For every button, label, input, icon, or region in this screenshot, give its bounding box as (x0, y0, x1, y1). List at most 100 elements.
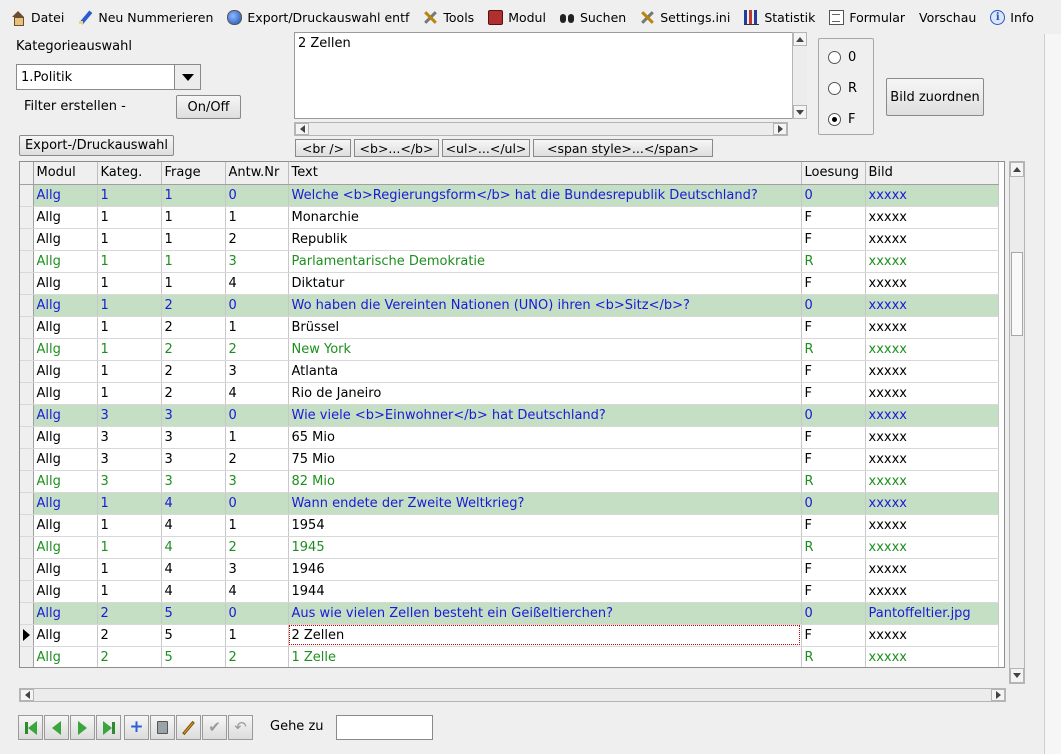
row-indicator[interactable] (20, 536, 34, 559)
cell-antwort-nr[interactable]: 4 (225, 382, 289, 405)
table-row[interactable]: Allg 1 1 4 Diktatur Fxxxxx (20, 272, 999, 295)
row-indicator[interactable] (20, 492, 34, 515)
memo-vertical-scrollbar[interactable] (792, 32, 807, 119)
cell-bild[interactable]: xxxxx (865, 624, 999, 647)
table-row[interactable]: Allg 1 4 3 1946 Fxxxxx (20, 558, 999, 581)
row-indicator[interactable] (20, 272, 34, 295)
cell-loesung[interactable]: 0 (801, 492, 866, 515)
scroll-up-icon[interactable] (793, 32, 807, 46)
cell-modul[interactable]: Allg (33, 448, 98, 471)
row-indicator[interactable] (20, 404, 34, 427)
cell-modul[interactable]: Allg (33, 360, 98, 383)
cell-modul[interactable]: Allg (33, 580, 98, 603)
cell-kategorie[interactable]: 1 (97, 558, 162, 581)
cell-kategorie[interactable]: 1 (97, 206, 162, 229)
cell-frage[interactable]: 1 (161, 272, 226, 295)
cell-antwort-nr[interactable]: 1 (225, 514, 289, 537)
cell-modul[interactable]: Allg (33, 624, 98, 647)
table-row[interactable]: Allg 1 4 0 Wann endete der Zweite Weltkrieg?… (20, 492, 999, 515)
table-row[interactable]: Allg 2 5 0 Aus wie vielen Zellen besteht ein… (20, 602, 999, 625)
cell-bild[interactable]: xxxxx (865, 558, 999, 581)
cell-kategorie[interactable]: 3 (97, 426, 162, 449)
insert-list-button[interactable]: <ul>...</ul> (442, 139, 530, 157)
cell-text[interactable]: Diktatur (288, 272, 802, 295)
menu-item-info[interactable]: i Info (990, 6, 1034, 28)
cell-frage[interactable]: 1 (161, 184, 226, 207)
filter-onoff-button[interactable]: On/Off (176, 95, 241, 119)
cell-text[interactable]: Wie viele <b>Einwohner</b> hat Deutschla… (288, 404, 802, 427)
cell-loesung[interactable]: F (801, 448, 866, 471)
menu-item-datei[interactable]: Datei (11, 6, 64, 28)
memo-field[interactable]: 2 Zellen (294, 32, 807, 119)
cell-bild[interactable]: xxxxx (865, 470, 999, 493)
cell-kategorie[interactable]: 1 (97, 360, 162, 383)
menu-item-modul[interactable]: Modul (488, 6, 546, 28)
radio-circle-r[interactable] (828, 82, 841, 95)
cell-antwort-nr[interactable]: 2 (225, 646, 289, 667)
cell-loesung[interactable]: 0 (801, 184, 866, 207)
cell-bild[interactable]: xxxxx (865, 426, 999, 449)
category-select[interactable]: 1.Politik (16, 64, 201, 90)
cell-antwort-nr[interactable]: 3 (225, 558, 289, 581)
cell-bild[interactable]: xxxxx (865, 250, 999, 273)
cell-bild[interactable]: xxxxx (865, 272, 999, 295)
cell-bild[interactable]: xxxxx (865, 294, 999, 317)
cell-kategorie[interactable]: 1 (97, 184, 162, 207)
cell-loesung[interactable]: F (801, 228, 866, 251)
cell-modul[interactable]: Allg (33, 426, 98, 449)
cell-text[interactable]: Wo haben die Vereinten Nationen (UNO) ih… (288, 294, 802, 317)
cell-modul[interactable]: Allg (33, 558, 98, 581)
grid-horizontal-scrollbar[interactable] (19, 688, 1006, 702)
table-row[interactable]: Allg 1 4 2 1945 Rxxxxx (20, 536, 999, 559)
cell-frage[interactable]: 3 (161, 426, 226, 449)
cell-kategorie[interactable]: 1 (97, 580, 162, 603)
row-indicator[interactable] (20, 470, 34, 493)
cell-kategorie[interactable]: 3 (97, 470, 162, 493)
cell-text[interactable]: 1954 (288, 514, 802, 537)
scroll-right-icon[interactable] (773, 123, 787, 135)
menu-item-export-druckauswahl-entf[interactable]: Export/Druckauswahl entf (227, 6, 409, 28)
cell-text[interactable]: Aus wie vielen Zellen besteht ein Geißel… (288, 602, 802, 625)
edit-record-icon[interactable] (176, 715, 201, 740)
cell-bild[interactable]: Pantoffeltier.jpg (865, 602, 999, 625)
cell-modul[interactable]: Allg (33, 470, 98, 493)
cell-loesung[interactable]: R (801, 646, 866, 667)
column-header-text[interactable]: Text (288, 162, 802, 185)
cell-modul[interactable]: Allg (33, 404, 98, 427)
table-row[interactable]: Allg 1 2 1 Brüssel Fxxxxx (20, 316, 999, 339)
cell-loesung[interactable]: F (801, 558, 866, 581)
cell-loesung[interactable]: F (801, 360, 866, 383)
cell-loesung[interactable]: F (801, 272, 866, 295)
radio-circle-f[interactable] (828, 113, 841, 126)
cell-antwort-nr[interactable]: 0 (225, 184, 289, 207)
cell-antwort-nr[interactable]: 3 (225, 250, 289, 273)
table-row[interactable]: Allg 1 2 3 Atlanta Fxxxxx (20, 360, 999, 383)
cell-modul[interactable]: Allg (33, 338, 98, 361)
table-row[interactable]: Allg 3 3 3 82 Mio Rxxxxx (20, 470, 999, 493)
column-header-bild[interactable]: Bild (865, 162, 999, 185)
row-indicator[interactable] (20, 316, 34, 339)
cell-text[interactable]: Atlanta (288, 360, 802, 383)
next-record-icon[interactable] (70, 715, 95, 740)
cell-frage[interactable]: 4 (161, 536, 226, 559)
cell-modul[interactable]: Allg (33, 272, 98, 295)
column-header-antw-nr[interactable]: Antw.Nr (225, 162, 289, 185)
cell-frage[interactable]: 2 (161, 338, 226, 361)
memo-horizontal-scrollbar[interactable] (294, 122, 788, 136)
cell-loesung[interactable]: 0 (801, 294, 866, 317)
cell-frage[interactable]: 3 (161, 448, 226, 471)
table-row[interactable]: Allg 1 2 4 Rio de Janeiro Fxxxxx (20, 382, 999, 405)
row-indicator[interactable] (20, 514, 34, 537)
cell-modul[interactable]: Allg (33, 514, 98, 537)
cell-text[interactable]: 2 Zellen (288, 624, 802, 647)
cell-bild[interactable]: xxxxx (865, 228, 999, 251)
row-indicator[interactable] (20, 228, 34, 251)
cell-modul[interactable]: Allg (33, 228, 98, 251)
row-indicator[interactable] (20, 624, 34, 647)
cell-text[interactable]: 65 Mio (288, 426, 802, 449)
cell-kategorie[interactable]: 2 (97, 646, 162, 667)
cell-bild[interactable]: xxxxx (865, 382, 999, 405)
post-record-icon[interactable]: ✔ (202, 715, 227, 740)
cell-frage[interactable]: 2 (161, 360, 226, 383)
cell-modul[interactable]: Allg (33, 602, 98, 625)
